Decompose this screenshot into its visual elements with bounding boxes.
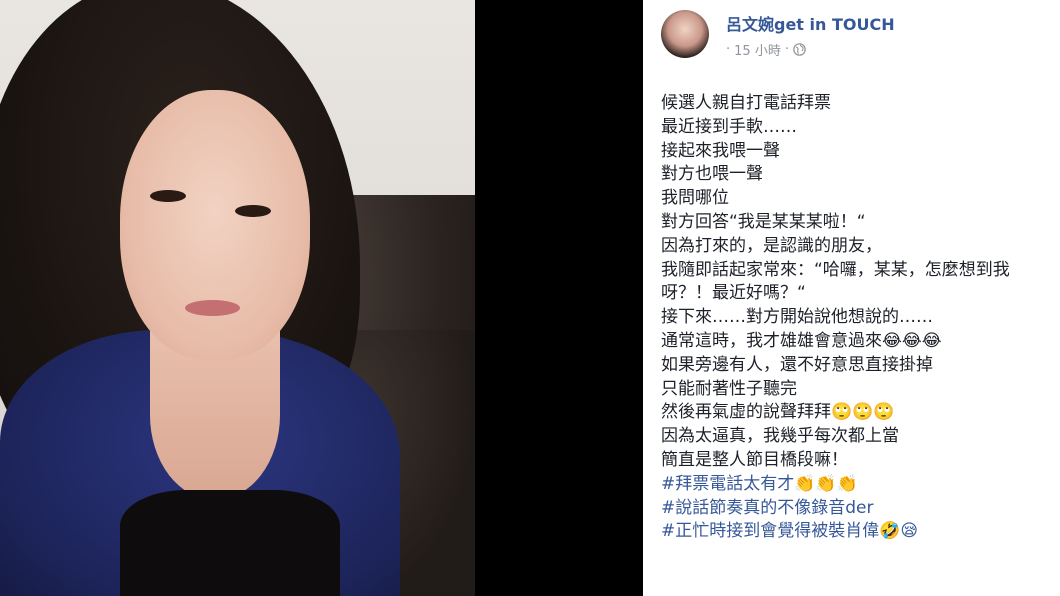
author-name[interactable]: 呂文婉get in TOUCH: [726, 11, 895, 35]
post-content: 候選人親自打電話拜票 最近接到手軟…… 接起來我喂一聲 對方也喂一聲 我問哪位 …: [661, 92, 1053, 544]
post-line: 簡直是整人節目橋段嘛！: [661, 449, 848, 470]
post-meta: · 15 小時 ·: [726, 40, 806, 59]
left-eye: [150, 190, 186, 202]
camisole: [120, 490, 340, 596]
post-line: 候選人親自打電話拜票: [661, 93, 831, 113]
post-line: 然後再氣虛的說聲拜拜🙄🙄🙄: [661, 402, 895, 423]
hashtag-link[interactable]: #拜票電話太有才👏👏👏: [661, 473, 1053, 497]
hashtag-link[interactable]: #正忙時接到會覺得被裝肖偉🤣😪: [661, 520, 1053, 544]
post-line: 因為打來的，是認識的朋友，: [661, 235, 882, 256]
post-line: 通常這時，我才雄雄會意過來😂😂😂: [661, 330, 942, 351]
face: [120, 90, 310, 360]
right-eye: [235, 205, 271, 217]
post-line: 只能耐著性子聽完: [661, 378, 797, 399]
author-avatar[interactable]: [661, 10, 709, 58]
post-line: 接起來我喂一聲: [661, 140, 780, 161]
post-line: 因為太逼真，我幾乎每次都上當: [661, 426, 899, 447]
post-time[interactable]: 15 小時: [734, 40, 781, 59]
post-panel: 呂文婉get in TOUCH · 15 小時 · 候選人親自打電話拜票 最近接…: [643, 0, 1060, 596]
meta-dot: ·: [784, 42, 789, 57]
post-line: 如果旁邊有人，還不好意思直接掛掉: [661, 354, 933, 375]
photo-pane: [0, 0, 643, 596]
post-line: 接下來……對方開始說他想說的……: [661, 307, 933, 328]
meta-dot: ·: [726, 42, 731, 57]
post-photo[interactable]: [0, 0, 475, 596]
post-line: 我隨即話起家常來：“哈囉，某某，怎麼想到我呀？！最近好嗎？“: [661, 259, 1010, 304]
globe-icon[interactable]: [793, 43, 806, 56]
post-line: 我問哪位: [661, 188, 729, 209]
post-line: 對方也喂一聲: [661, 164, 763, 185]
post-line: 最近接到手軟……: [661, 116, 797, 137]
lips: [185, 300, 240, 316]
hashtag-link[interactable]: #說話節奏真的不像錄音der: [661, 497, 1053, 521]
post-line: 對方回答“我是某某某啦！“: [661, 211, 866, 232]
